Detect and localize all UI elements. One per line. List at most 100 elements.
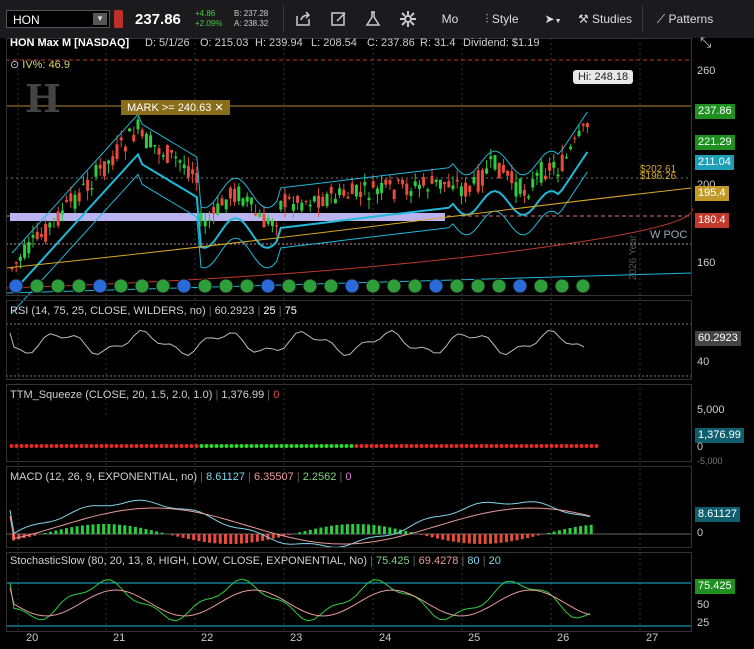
divider: |: [200, 471, 203, 483]
company-logo: H: [25, 76, 61, 121]
x-axis-label: 25: [468, 632, 481, 644]
header-open: O: 215.03: [200, 37, 249, 49]
symbol-dropdown-icon[interactable]: ▼: [93, 13, 107, 25]
x-axis-label: 20: [26, 632, 39, 644]
macd-zero: 0: [345, 471, 352, 483]
rsi-tick: 40: [697, 356, 710, 368]
flask-icon[interactable]: [362, 8, 384, 30]
macd-name: MACD (12, 26, 9, EXPONENTIAL, no): [10, 471, 198, 483]
macd-value: 8.61127: [206, 471, 246, 483]
change-abs: +4.86: [195, 9, 216, 18]
macd-badge: 8.61127: [695, 507, 740, 522]
period-selector[interactable]: Mo: [432, 8, 468, 30]
price-tick: 260: [697, 65, 716, 77]
squeeze-tick: -5,000: [697, 456, 723, 466]
divider: |: [267, 389, 271, 401]
cursor-icon: ➤: [544, 12, 555, 26]
patterns-icon: ⟋: [656, 12, 669, 26]
stoch-param: 80: [467, 555, 480, 567]
studies-icon: ⚒: [577, 12, 593, 26]
header-close: C: 237.86: [367, 37, 415, 49]
x-axis-label: 26: [557, 632, 570, 644]
symbol-input[interactable]: HON ▼: [6, 10, 110, 28]
ask: A: 238.32: [234, 19, 269, 28]
wpoc-label: W POC: [650, 229, 688, 241]
level-label: $196.26: [640, 171, 677, 182]
divider: |: [339, 471, 343, 483]
macd-tick: 0: [697, 527, 704, 539]
rsi-value: 60.2923: [214, 305, 255, 317]
rsi-param: 25: [263, 305, 276, 317]
mark-alert[interactable]: MARK >= 240.63 ✕: [121, 100, 230, 115]
header-high: H: 239.94: [255, 37, 303, 49]
divider: |: [296, 471, 300, 483]
x-axis-label: 27: [646, 632, 659, 644]
rsi-name: RSI (14, 75, 25, CLOSE, WILDERS, no): [10, 305, 206, 317]
bid: B: 237.28: [234, 9, 269, 18]
toolbar-divider: [283, 6, 284, 32]
change-pct: +2.09%: [195, 19, 223, 28]
x-axis-label: 21: [113, 632, 126, 644]
stoch-k: 75.425: [376, 555, 410, 567]
header-low: L: 208.54: [311, 37, 357, 49]
stoch-tick: 25: [697, 617, 710, 629]
divider: |: [208, 305, 212, 317]
divider: |: [461, 555, 465, 567]
rsi-badge: 60.2923: [695, 331, 741, 346]
squeeze-value: 1,376.99: [221, 389, 265, 401]
period-label: Mo: [441, 12, 459, 26]
chevron-down-icon: ▼: [554, 18, 562, 25]
share-icon[interactable]: [292, 8, 314, 30]
divider: |: [412, 555, 416, 567]
toolbar-divider: [642, 6, 643, 32]
squeeze-title: TTM_Squeeze (CLOSE, 20, 1.5, 2.0, 1.0) |…: [10, 389, 279, 401]
x-axis-label: 24: [379, 632, 392, 644]
divider: |: [278, 305, 282, 317]
squeeze-param: 0: [273, 389, 280, 401]
squeeze-tick: 0: [697, 441, 704, 453]
rsi-title: RSI (14, 75, 25, CLOSE, WILDERS, no) | 6…: [10, 305, 297, 317]
bid-ask: B: 237.28 A: 238.32: [234, 9, 268, 29]
chart-area[interactable]: HON Max M [NASDAQ] D: 5/1/26 O: 215.03 H…: [0, 34, 754, 649]
stoch-param: 20: [488, 555, 501, 567]
close-icon[interactable]: ✕: [211, 102, 223, 114]
macd-title: MACD (12, 26, 9, EXPONENTIAL, no) | 8.61…: [10, 471, 352, 483]
last-price: 237.86: [135, 11, 181, 28]
x-axis-label: 22: [201, 632, 214, 644]
studies-label: Studies: [592, 12, 633, 26]
studies-menu[interactable]: ⚒ Studies: [572, 8, 638, 30]
price-badge: 221.29: [695, 135, 735, 150]
price-badge: 180.4: [695, 213, 729, 228]
price-badge: 211.04: [695, 155, 734, 170]
price-tick: 160: [697, 257, 716, 269]
divider: |: [248, 471, 251, 483]
price-change: +4.86 +2.09%: [195, 9, 222, 29]
gear-icon[interactable]: [397, 8, 419, 30]
stoch-tick: 50: [697, 599, 710, 611]
rsi-param: 75: [284, 305, 297, 317]
style-label: Style: [491, 12, 519, 26]
squeeze-tick: 5,000: [697, 404, 725, 416]
high-label: Hi: 248.18: [573, 70, 634, 84]
header-range: R: 31.4: [420, 37, 456, 49]
x-axis-label: 23: [290, 632, 303, 644]
chart-title: HON Max M [NASDAQ]: [10, 37, 130, 49]
header-dividend: Dividend: $1.19: [463, 37, 540, 49]
symbol-text: HON: [13, 13, 40, 27]
squeeze-name: TTM_Squeeze (CLOSE, 20, 1.5, 2.0, 1.0): [10, 389, 213, 401]
divider: |: [257, 305, 261, 317]
patterns-menu[interactable]: ⟋ Patterns: [650, 8, 720, 30]
iv-icon: ⊙: [10, 59, 23, 71]
cursor-tool[interactable]: ➤▼: [538, 8, 568, 30]
iv-value: IV%: 46.9: [22, 59, 70, 71]
style-menu[interactable]: ⫶ Style: [474, 8, 530, 30]
pencil-icon[interactable]: [328, 8, 350, 30]
header-date: D: 5/1/26: [145, 37, 190, 49]
collapse-icon[interactable]: ⤡: [700, 34, 711, 51]
divider: |: [215, 389, 219, 401]
iv-label: ⊙ IV%: 46.9: [10, 58, 70, 71]
stoch-badge: 75.425: [695, 579, 735, 594]
mark-alert-text: MARK >= 240.63: [127, 102, 212, 114]
alert-flag-icon[interactable]: [114, 10, 123, 28]
divider: |: [370, 555, 373, 567]
